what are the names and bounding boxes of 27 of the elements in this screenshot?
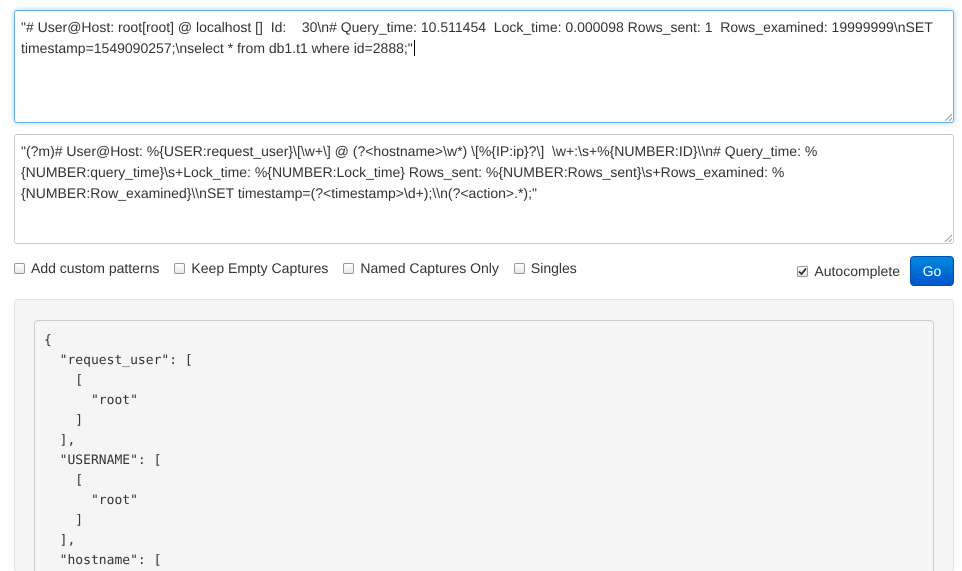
code-line: {	[44, 332, 52, 350]
checkbox-label: Add custom patterns	[31, 260, 160, 276]
checkbox-label: Keep Empty Captures	[191, 260, 328, 276]
checkbox[interactable]	[514, 262, 525, 274]
checkbox[interactable]	[174, 262, 186, 274]
checkbox-label: Autocomplete	[814, 263, 900, 279]
checkbox-label: Singles	[530, 260, 577, 276]
text-area[interactable]: "(?m)# User@Host: %{USER:request_user}\[\w+\] @ (?<hostname>\w*) \[%{IP:ip}?\] \w+:\s+%{NUMBER:ID}\\n# Query_time: %{NUMBER:query_time}\s+Lock_time: %{NUMBER:Lock_time} Rows_sent: %{NUMBER:Rows_sent}\s+Rows_examined: %{NUMBER:Row_examined}\\nSET timestamp=(?<timestamp>\d+);\\n(?<action>.*);"	[14, 134, 954, 244]
go-button[interactable]: Go	[910, 256, 954, 286]
code-line: "request_user": [	[58, 352, 193, 370]
text-area[interactable]: "# User@Host: root[root] @ localhost [] Id: 30\n# Query_time: 10.511454 Lock_time: 0.000098 Rows_sent: 1 Rows_examined: 19999999\nSET timestamp=1549090257;\nselect * from db1.t1 where id=2888;"	[14, 10, 954, 123]
code-line: "USERNAME": [	[58, 452, 162, 470]
resize-handle-icon[interactable]	[944, 234, 952, 242]
code-line: "root"	[90, 392, 138, 410]
code-line: "hostname": [	[58, 552, 162, 570]
checkbox-label: Named Captures Only	[360, 260, 499, 276]
code-line: ],	[58, 432, 76, 450]
checkbox[interactable]	[797, 266, 808, 276]
resize-handle-icon[interactable]	[944, 113, 952, 121]
checkbox[interactable]	[14, 262, 25, 274]
code-line: [	[74, 372, 84, 390]
code-line: "root"	[90, 492, 138, 510]
code-line: ]	[74, 512, 84, 530]
checkbox[interactable]	[343, 262, 354, 274]
code-line: ]	[74, 412, 84, 430]
code-line: ],	[58, 532, 76, 550]
code-line: [	[74, 472, 84, 490]
